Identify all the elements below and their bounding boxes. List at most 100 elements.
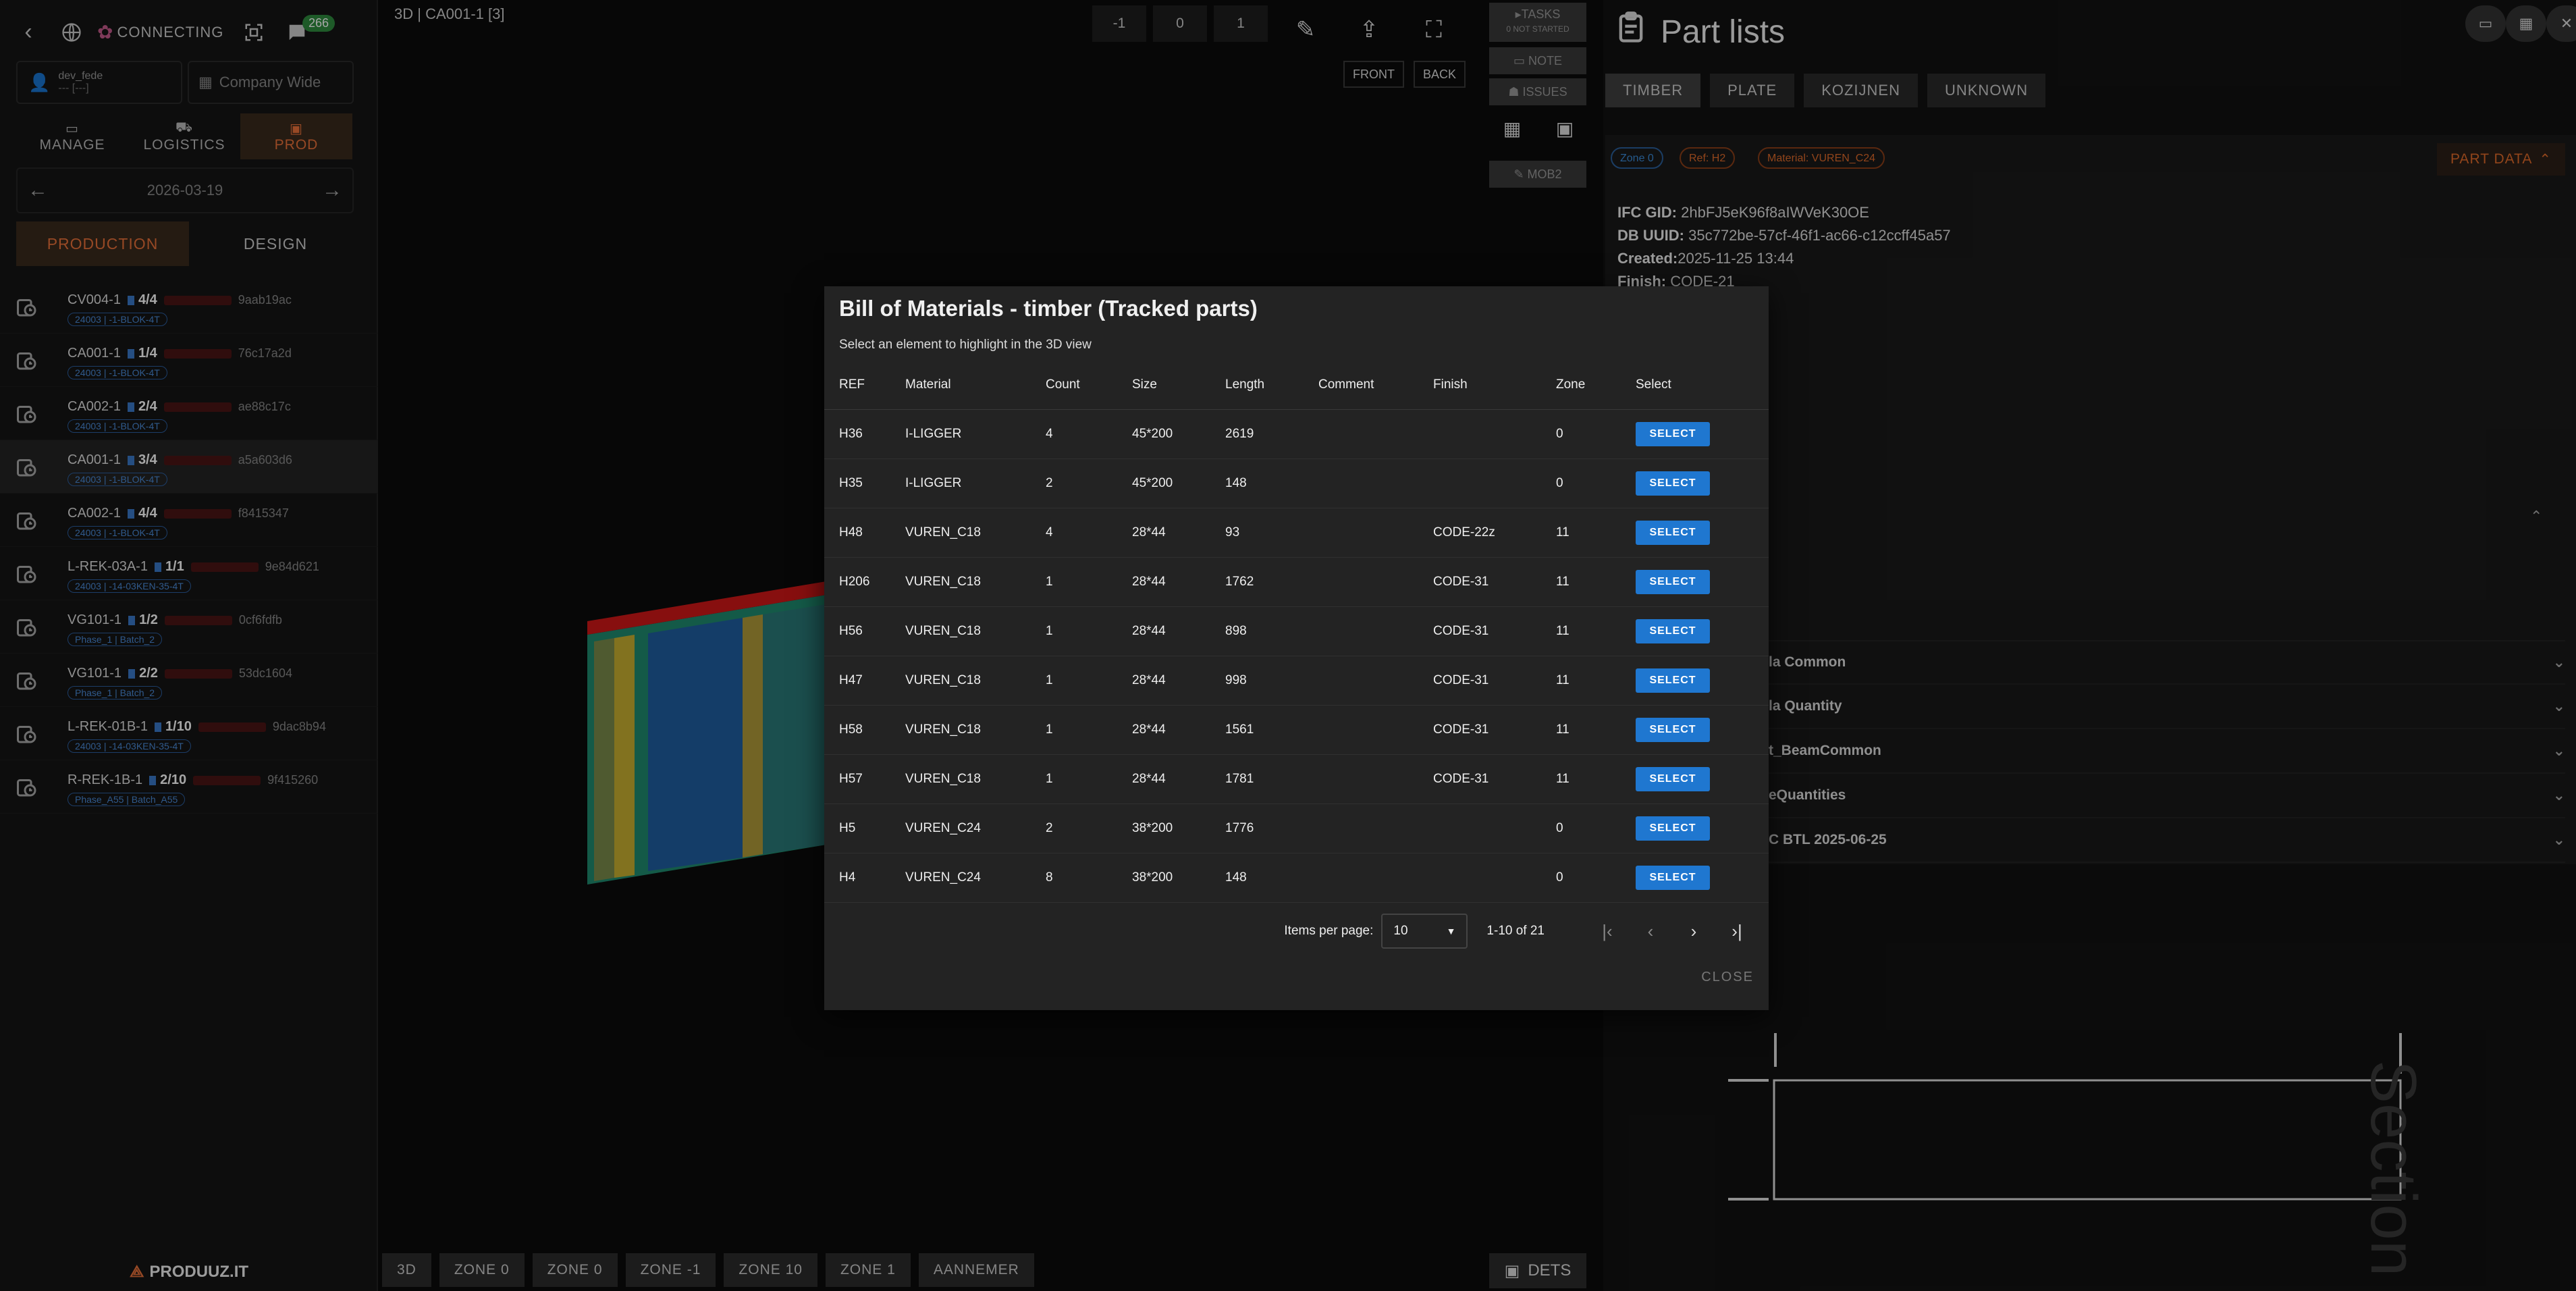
items-per-page-label: Items per page: xyxy=(1284,924,1374,938)
select-button[interactable]: SELECT xyxy=(1636,717,1710,742)
cell-comment xyxy=(1318,557,1433,607)
cell-count: 1 xyxy=(1046,656,1132,706)
cell-material: VUREN_C18 xyxy=(905,508,1046,558)
select-button[interactable]: SELECT xyxy=(1636,668,1710,693)
cell-length: 1561 xyxy=(1225,705,1318,755)
cell-size: 38*200 xyxy=(1132,803,1225,853)
cell-zone: 0 xyxy=(1556,409,1636,459)
cell-count: 1 xyxy=(1046,705,1132,755)
table-header-row: REF Material Count Size Length Comment F… xyxy=(824,361,1769,410)
table-row[interactable]: H56 VUREN_C18 1 28*44 898 CODE-31 11 SELECT xyxy=(824,606,1769,656)
cell-size: 28*44 xyxy=(1132,656,1225,706)
table-row[interactable]: H36 I-LIGGER 4 45*200 2619 0 SELECT xyxy=(824,409,1769,459)
dialog-title: Bill of Materials - timber (Tracked part… xyxy=(839,296,1258,321)
cell-length: 898 xyxy=(1225,606,1318,656)
cell-ref: H58 xyxy=(824,705,905,755)
select-button[interactable]: SELECT xyxy=(1636,766,1710,791)
cell-comment xyxy=(1318,853,1433,903)
cell-finish xyxy=(1433,409,1556,459)
cell-size: 45*200 xyxy=(1132,458,1225,508)
table-row[interactable]: H57 VUREN_C18 1 28*44 1781 CODE-31 11 SELECT xyxy=(824,754,1769,804)
cell-finish xyxy=(1433,803,1556,853)
cell-finish: CODE-31 xyxy=(1433,656,1556,706)
cell-length: 998 xyxy=(1225,656,1318,706)
cell-material: VUREN_C18 xyxy=(905,606,1046,656)
cell-count: 4 xyxy=(1046,409,1132,459)
cell-finish: CODE-31 xyxy=(1433,705,1556,755)
cell-ref: H47 xyxy=(824,656,905,706)
table-row[interactable]: H5 VUREN_C24 2 38*200 1776 0 SELECT xyxy=(824,803,1769,853)
select-button[interactable]: SELECT xyxy=(1636,618,1710,643)
cell-material: VUREN_C24 xyxy=(905,803,1046,853)
cell-length: 1776 xyxy=(1225,803,1318,853)
caret-down-icon: ▼ xyxy=(1446,926,1456,937)
table-row[interactable]: H4 VUREN_C24 8 38*200 148 0 SELECT xyxy=(824,853,1769,903)
cell-finish xyxy=(1433,458,1556,508)
cell-comment xyxy=(1318,508,1433,558)
col-header-comment[interactable]: Comment xyxy=(1318,361,1433,410)
cell-material: VUREN_C18 xyxy=(905,656,1046,706)
cell-material: VUREN_C18 xyxy=(905,705,1046,755)
items-per-page-value: 10 xyxy=(1393,924,1408,938)
cell-size: 28*44 xyxy=(1132,705,1225,755)
cell-count: 1 xyxy=(1046,606,1132,656)
col-header-zone[interactable]: Zone xyxy=(1556,361,1636,410)
cell-length: 1762 xyxy=(1225,557,1318,607)
cell-size: 28*44 xyxy=(1132,754,1225,804)
table-row[interactable]: H206 VUREN_C18 1 28*44 1762 CODE-31 11 SELECT xyxy=(824,557,1769,607)
col-header-select: Select xyxy=(1636,361,1769,410)
cell-finish xyxy=(1433,853,1556,903)
table-row[interactable]: H58 VUREN_C18 1 28*44 1561 CODE-31 11 SELECT xyxy=(824,705,1769,755)
cell-comment xyxy=(1318,754,1433,804)
col-header-ref[interactable]: REF xyxy=(824,361,905,410)
cell-ref: H48 xyxy=(824,508,905,558)
cell-material: VUREN_C18 xyxy=(905,557,1046,607)
items-per-page-select[interactable]: 10 ▼ xyxy=(1381,914,1468,949)
table-row[interactable]: H35 I-LIGGER 2 45*200 148 0 SELECT xyxy=(824,458,1769,508)
col-header-count[interactable]: Count xyxy=(1046,361,1132,410)
cell-count: 1 xyxy=(1046,754,1132,804)
prev-page-icon[interactable]: ‹ xyxy=(1634,914,1667,948)
cell-ref: H206 xyxy=(824,557,905,607)
select-button[interactable]: SELECT xyxy=(1636,816,1710,841)
col-header-length[interactable]: Length xyxy=(1225,361,1318,410)
bom-dialog: Bill of Materials - timber (Tracked part… xyxy=(824,286,1769,1010)
paginator: Items per page: 10 ▼ 1-10 of 21 |‹ ‹ › ›… xyxy=(824,909,1769,953)
next-page-icon[interactable]: › xyxy=(1677,914,1711,948)
cell-material: VUREN_C24 xyxy=(905,853,1046,903)
cell-size: 28*44 xyxy=(1132,557,1225,607)
cell-zone: 11 xyxy=(1556,754,1636,804)
select-button[interactable]: SELECT xyxy=(1636,520,1710,545)
cell-ref: H35 xyxy=(824,458,905,508)
cell-zone: 11 xyxy=(1556,557,1636,607)
cell-finish: CODE-31 xyxy=(1433,754,1556,804)
bom-table: REF Material Count Size Length Comment F… xyxy=(824,361,1769,903)
col-header-finish[interactable]: Finish xyxy=(1433,361,1556,410)
cell-comment xyxy=(1318,705,1433,755)
last-page-icon[interactable]: ›| xyxy=(1720,914,1754,948)
cell-comment xyxy=(1318,606,1433,656)
dialog-subtitle: Select an element to highlight in the 3D… xyxy=(839,338,1092,352)
col-header-material[interactable]: Material xyxy=(905,361,1046,410)
cell-zone: 11 xyxy=(1556,656,1636,706)
cell-zone: 0 xyxy=(1556,853,1636,903)
first-page-icon[interactable]: |‹ xyxy=(1590,914,1624,948)
cell-length: 148 xyxy=(1225,458,1318,508)
table-row[interactable]: H48 VUREN_C18 4 28*44 93 CODE-22z 11 SELECT xyxy=(824,508,1769,558)
cell-length: 1781 xyxy=(1225,754,1318,804)
cell-length: 148 xyxy=(1225,853,1318,903)
cell-ref: H57 xyxy=(824,754,905,804)
cell-finish: CODE-31 xyxy=(1433,606,1556,656)
select-button[interactable]: SELECT xyxy=(1636,865,1710,890)
cell-count: 2 xyxy=(1046,458,1132,508)
cell-size: 45*200 xyxy=(1132,409,1225,459)
cell-length: 2619 xyxy=(1225,409,1318,459)
table-row[interactable]: H47 VUREN_C18 1 28*44 998 CODE-31 11 SELECT xyxy=(824,656,1769,706)
close-button[interactable]: CLOSE xyxy=(1701,970,1754,985)
cell-zone: 0 xyxy=(1556,803,1636,853)
select-button[interactable]: SELECT xyxy=(1636,421,1710,446)
col-header-size[interactable]: Size xyxy=(1132,361,1225,410)
select-button[interactable]: SELECT xyxy=(1636,569,1710,594)
cell-comment xyxy=(1318,803,1433,853)
select-button[interactable]: SELECT xyxy=(1636,471,1710,496)
